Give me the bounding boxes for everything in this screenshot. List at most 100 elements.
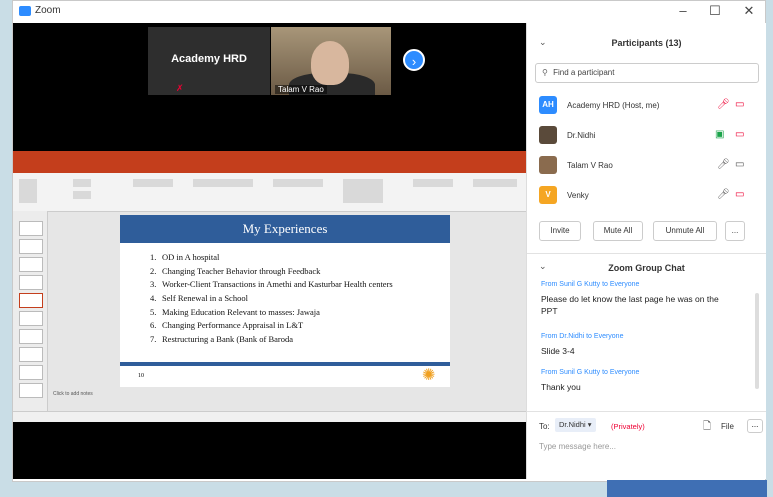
video-area: Academy HRD ✗ Talam V Rao › My Experienc…: [13, 23, 526, 479]
slide-thumbnail: [19, 311, 43, 326]
participant-name: Talam V Rao: [567, 161, 613, 170]
chat-from: From Sunil G Kutty to Everyone: [541, 281, 640, 288]
zoom-window: Zoom – ☐ ✕ Academy HRD ✗ Talam V Rao › M…: [12, 0, 766, 482]
slide-bullet-list: 1. OD in A hospital 2. Changing Teacher Be…: [150, 251, 393, 347]
list-item: 7. Restructuring a Bank (Bank of Baroda: [150, 334, 294, 345]
mic-muted-icon: ✗: [176, 83, 184, 93]
invite-button[interactable]: Invite: [539, 221, 581, 241]
slide-thumbnail: [19, 257, 43, 272]
participant-row[interactable]: AH Academy HRD (Host, me) 🎤︎ ▭: [527, 91, 766, 121]
slide-title: My Experiences: [120, 215, 450, 243]
video-tile-academy-hrd[interactable]: Academy HRD ✗: [148, 27, 270, 95]
participant-name: Talam V Rao: [275, 85, 327, 94]
slide-footer-bar: [120, 362, 450, 366]
list-item: 1. OD in A hospital: [150, 252, 220, 262]
slide-thumbnail: [19, 383, 43, 398]
divider: [527, 253, 766, 254]
participant-name: Academy HRD: [171, 53, 247, 65]
next-page-button[interactable]: ›: [403, 49, 425, 71]
video-off-icon[interactable]: ▭: [735, 189, 744, 200]
ribbon-button: [413, 179, 453, 187]
avatar: [539, 126, 557, 144]
ppt-ribbon-tabs: [13, 163, 526, 173]
video-off-icon[interactable]: ▭: [735, 129, 744, 140]
ribbon-button: [133, 179, 173, 187]
right-panel: ⌄ Participants (13) ⚲ Find a participant…: [526, 23, 766, 479]
avatar: AH: [539, 96, 557, 114]
chat-message: Please do let know the last page he was …: [541, 294, 719, 316]
minimize-button[interactable]: –: [673, 3, 693, 18]
unmute-all-button[interactable]: Unmute All: [653, 221, 717, 241]
search-icon: ⚲: [542, 68, 548, 77]
list-item: 6. Changing Performance Appraisal in L&T: [150, 320, 304, 331]
participant-name: Dr.Nidhi: [567, 131, 596, 140]
ribbon-button: [343, 179, 383, 203]
ribbon-button: [473, 179, 517, 187]
avatar: [539, 156, 557, 174]
slide-thumbnail: [19, 239, 43, 254]
video-tile-talam-v-rao[interactable]: Talam V Rao: [271, 27, 391, 95]
ribbon-button: [273, 179, 323, 187]
participants-header: Participants (13): [611, 38, 682, 48]
to-label: To:: [539, 422, 550, 431]
chat-header: Zoom Group Chat: [608, 263, 685, 273]
zoom-logo-icon: [19, 6, 31, 16]
slide-thumbnail: [19, 365, 43, 380]
participant-row[interactable]: Talam V Rao 🎤︎ ▭: [527, 151, 766, 181]
chat-messages: From Sunil G Kutty to Everyone Please do…: [527, 281, 766, 409]
file-button[interactable]: File: [721, 422, 734, 431]
ribbon-button: [193, 179, 253, 187]
paste-icon: [19, 179, 37, 203]
chat-from: From Dr.Nidhi to Everyone: [541, 333, 624, 340]
slide-thumbnail-selected: [19, 293, 43, 308]
list-item: 2. Changing Teacher Behavior through Feed…: [150, 265, 321, 276]
close-button[interactable]: ✕: [739, 3, 759, 19]
ppt-title-bar: [13, 151, 526, 163]
ribbon-button: [73, 179, 91, 187]
chat-message: Thank you: [541, 382, 581, 392]
slide-thumbnail: [19, 275, 43, 290]
avatar: V: [539, 186, 557, 204]
ppt-status-bar: [13, 411, 526, 422]
shared-screen-powerpoint: My Experiences 1. OD in A hospital 2. Chan…: [13, 151, 526, 422]
chat-input[interactable]: Type message here...: [539, 442, 616, 451]
background-taskbar: [607, 480, 767, 497]
current-slide: My Experiences 1. OD in A hospital 2. Chan…: [120, 215, 450, 387]
slide-thumbnails: [13, 211, 48, 411]
more-button[interactable]: ...: [725, 221, 745, 241]
participant-name: Academy HRD (Host, me): [567, 101, 660, 110]
participant-search-input[interactable]: ⚲ Find a participant: [535, 63, 759, 83]
person-head: [311, 41, 349, 85]
chat-scrollbar[interactable]: [755, 293, 759, 389]
list-item: 4. Self Renewal in a School: [150, 293, 248, 304]
logo-icon: ✺: [422, 367, 436, 384]
recipient-dropdown[interactable]: Dr.Nidhi ▾: [555, 418, 596, 432]
participant-name: Venky: [567, 191, 589, 200]
chat-compose: To: Dr.Nidhi ▾ (Privately) 🗋︎ File ... T…: [527, 411, 766, 480]
participant-row[interactable]: V Venky 🎤︎ ▭: [527, 181, 766, 211]
video-icon[interactable]: ▭: [735, 159, 744, 170]
screen-share-icon: ▣: [715, 129, 725, 140]
ribbon-button: [73, 191, 91, 199]
list-item: 3. Worker-Client Transactions in Amethi a…: [150, 279, 393, 290]
mic-icon[interactable]: 🎤︎: [717, 159, 730, 170]
video-off-icon[interactable]: ▭: [735, 99, 744, 110]
slide-thumbnail: [19, 347, 43, 362]
slide-thumbnail: [19, 221, 43, 236]
mic-icon[interactable]: 🎤︎: [717, 189, 730, 200]
privately-label: (Privately): [611, 422, 645, 431]
participant-row[interactable]: Dr.Nidhi ▣ ▭: [527, 121, 766, 151]
slide-thumbnail: [19, 329, 43, 344]
ppt-ribbon: [13, 173, 526, 212]
title-bar: Zoom – ☐ ✕: [13, 1, 765, 23]
chat-from: From Sunil G Kutty to Everyone: [541, 369, 640, 376]
chat-more-button[interactable]: ...: [747, 419, 763, 433]
slide-page-number: 10: [138, 373, 144, 379]
list-item: 5. Making Education Relevant to masses: J…: [150, 306, 320, 317]
window-title: Zoom: [35, 5, 61, 16]
mic-muted-icon[interactable]: 🎤︎: [717, 99, 730, 110]
maximize-button[interactable]: ☐: [705, 3, 725, 19]
notes-placeholder[interactable]: Click to add notes: [53, 391, 93, 397]
mute-all-button[interactable]: Mute All: [593, 221, 643, 241]
file-icon[interactable]: 🗋︎: [703, 419, 711, 436]
